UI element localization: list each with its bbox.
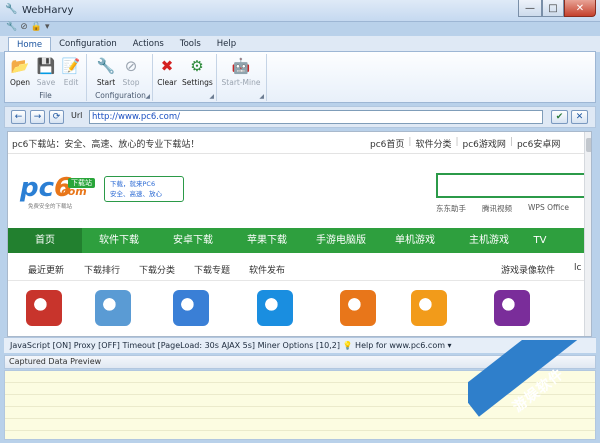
hot-word[interactable]: 东东助手 <box>436 203 466 214</box>
app-icon: 🔧 <box>5 4 18 15</box>
minimize-button[interactable]: — <box>518 0 542 17</box>
site-tagline: pc6下载站：安全、高速、放心的专业下载站！ <box>12 140 200 150</box>
settings-group: ✖ Clear ⚙ Settings ◢ <box>155 54 217 101</box>
configuration-group: 🔧 Start ⊘ Stop Configuration ◢ <box>89 54 153 101</box>
hot-words: 东东助手 腾讯视频 WPS Office <box>436 203 569 214</box>
qq-browser-app-icon[interactable] <box>173 290 209 326</box>
site-sub-nav: 最近更新 下载排行 下载分类 下载专题 软件发布 游戏录像软件 lc <box>8 253 584 281</box>
divider: | <box>408 137 412 147</box>
close-button[interactable]: ✕ <box>564 0 596 17</box>
nav-item[interactable]: 主机游戏 <box>452 228 526 253</box>
winrar-app-icon[interactable] <box>26 290 62 326</box>
folder-open-icon: 📂 <box>10 57 30 75</box>
browser-view: pc6下载站：安全、高速、放心的专业下载站！ pc6首页 | 软件分类 | pc6游… <box>7 131 592 337</box>
hot-word[interactable]: 腾讯视频 <box>482 203 512 214</box>
site-search-input[interactable] <box>436 173 586 198</box>
ribbon: 📂 Open 💾 Save 📝 Edit File 🔧 Start ⊘ Stop Conf… <box>4 51 596 103</box>
edit-icon: 📝 <box>61 57 81 75</box>
go-button[interactable]: ✔ <box>551 110 568 124</box>
top-link[interactable]: pc6首页 <box>370 137 404 150</box>
site-top-strip: pc6下载站：安全、高速、放心的专业下载站！ pc6首页 | 软件分类 | pc6游… <box>8 132 584 154</box>
site-top-links: pc6首页 | 软件分类 | pc6游戏网 | pc6安卓网 <box>370 137 560 150</box>
divider: | <box>455 137 459 147</box>
house-app-icon[interactable] <box>95 290 131 326</box>
save-icon: 💾 <box>36 57 56 75</box>
dialog-launcher-icon[interactable]: ◢ <box>145 93 150 100</box>
ribbon-tabs: Home Configuration Actions Tools Help <box>0 36 600 52</box>
configuration-group-label: Configuration <box>95 91 146 100</box>
vertical-scrollbar[interactable] <box>584 132 591 336</box>
hot-word[interactable]: WPS Office <box>528 203 569 214</box>
aperture-app-icon[interactable] <box>411 290 447 326</box>
nav-item[interactable]: TV <box>526 228 554 253</box>
scroll-thumb[interactable] <box>586 138 591 152</box>
dialog-launcher-icon[interactable]: ◢ <box>259 93 264 100</box>
url-input[interactable]: http://www.pc6.com/ <box>89 110 543 124</box>
tab-tools[interactable]: Tools <box>172 37 209 52</box>
edit-button[interactable]: 📝 Edit <box>59 56 83 87</box>
back-button[interactable]: ← <box>11 110 26 124</box>
subnav-item[interactable]: 最近更新 <box>28 263 64 276</box>
subnav-item[interactable]: 软件发布 <box>249 263 285 276</box>
nav-item[interactable]: 安卓下载 <box>156 228 230 253</box>
mine-group: 🤖 Start-Mine ◢ <box>219 54 267 101</box>
subnav-item[interactable]: 下载排行 <box>84 263 120 276</box>
clear-x-icon: ✖ <box>160 57 174 75</box>
tab-configuration[interactable]: Configuration <box>51 37 125 52</box>
stop-icon: ⊘ <box>124 57 138 75</box>
top-link[interactable]: 软件分类 <box>415 137 451 150</box>
tab-home[interactable]: Home <box>8 37 52 52</box>
divider: | <box>509 137 513 147</box>
file-group-label: File <box>39 91 52 100</box>
ie-app-icon[interactable] <box>257 290 293 326</box>
cancel-icon[interactable]: ⊘ <box>20 22 28 32</box>
start-button[interactable]: 🔧 Start <box>94 56 118 87</box>
url-label: Url <box>71 111 83 120</box>
settings-icon: ⚙ <box>190 57 204 75</box>
refresh-button[interactable]: ⟳ <box>49 110 64 124</box>
logo-badge: 下载站 <box>68 178 95 188</box>
lock-icon[interactable]: 🔒 <box>31 22 42 32</box>
dialog-launcher-icon[interactable]: ◢ <box>209 93 214 100</box>
wps-presentation-app-icon[interactable] <box>340 290 376 326</box>
robot-icon: 🤖 <box>231 57 251 75</box>
wrench-icon: 🔧 <box>96 57 116 75</box>
site-slogan: 下载，就来PC6 安全、高速、放心 <box>104 176 184 202</box>
title-bar: 🔧 WebHarvy — □ ✕ <box>0 0 600 22</box>
maximize-button[interactable]: □ <box>542 0 564 17</box>
settings-button[interactable]: ⚙ Settings <box>182 56 213 87</box>
quick-access-toolbar: 🔧 ⊘ 🔒 ▾ <box>6 19 50 35</box>
clear-button[interactable]: ✖ Clear <box>155 56 179 87</box>
nav-item[interactable]: 苹果下载 <box>230 228 304 253</box>
cancel-load-button[interactable]: ✕ <box>571 110 588 124</box>
forward-button[interactable]: → <box>30 110 45 124</box>
site-main-nav: 首页 软件下载 安卓下载 苹果下载 手游电脑版 单机游戏 主机游戏 TV <box>8 228 584 253</box>
top-link[interactable]: pc6安卓网 <box>517 137 560 150</box>
dropdown-icon[interactable]: ▾ <box>45 22 50 32</box>
window-title: WebHarvy <box>22 5 74 16</box>
stop-button[interactable]: ⊘ Stop <box>119 56 143 87</box>
open-button[interactable]: 📂 Open <box>8 56 32 87</box>
address-bar: ← → ⟳ Url http://www.pc6.com/ ✔ ✕ <box>4 106 596 128</box>
save-button[interactable]: 💾 Save <box>34 56 58 87</box>
top-link[interactable]: pc6游戏网 <box>463 137 506 150</box>
wrench-icon[interactable]: 🔧 <box>6 22 17 32</box>
subnav-item[interactable]: 游戏录像软件 <box>501 263 555 276</box>
start-mine-button[interactable]: 🤖 Start-Mine <box>219 56 263 87</box>
subnav-item[interactable]: 下载专题 <box>194 263 230 276</box>
nav-item[interactable]: 单机游戏 <box>378 228 452 253</box>
nav-item[interactable]: 手游电脑版 <box>304 228 378 253</box>
nav-home[interactable]: 首页 <box>8 228 82 253</box>
file-group: 📂 Open 💾 Save 📝 Edit File <box>5 54 87 101</box>
subnav-item[interactable]: lc <box>574 263 581 273</box>
subnav-item[interactable]: 下载分类 <box>139 263 175 276</box>
tab-actions[interactable]: Actions <box>125 37 172 52</box>
nav-item[interactable]: 软件下载 <box>82 228 156 253</box>
logo-subtitle: 免费安全的下载站 <box>28 204 73 210</box>
tab-help[interactable]: Help <box>209 37 244 52</box>
watermark: 游娱软件 <box>468 340 600 443</box>
pen-app-icon[interactable] <box>494 290 530 326</box>
